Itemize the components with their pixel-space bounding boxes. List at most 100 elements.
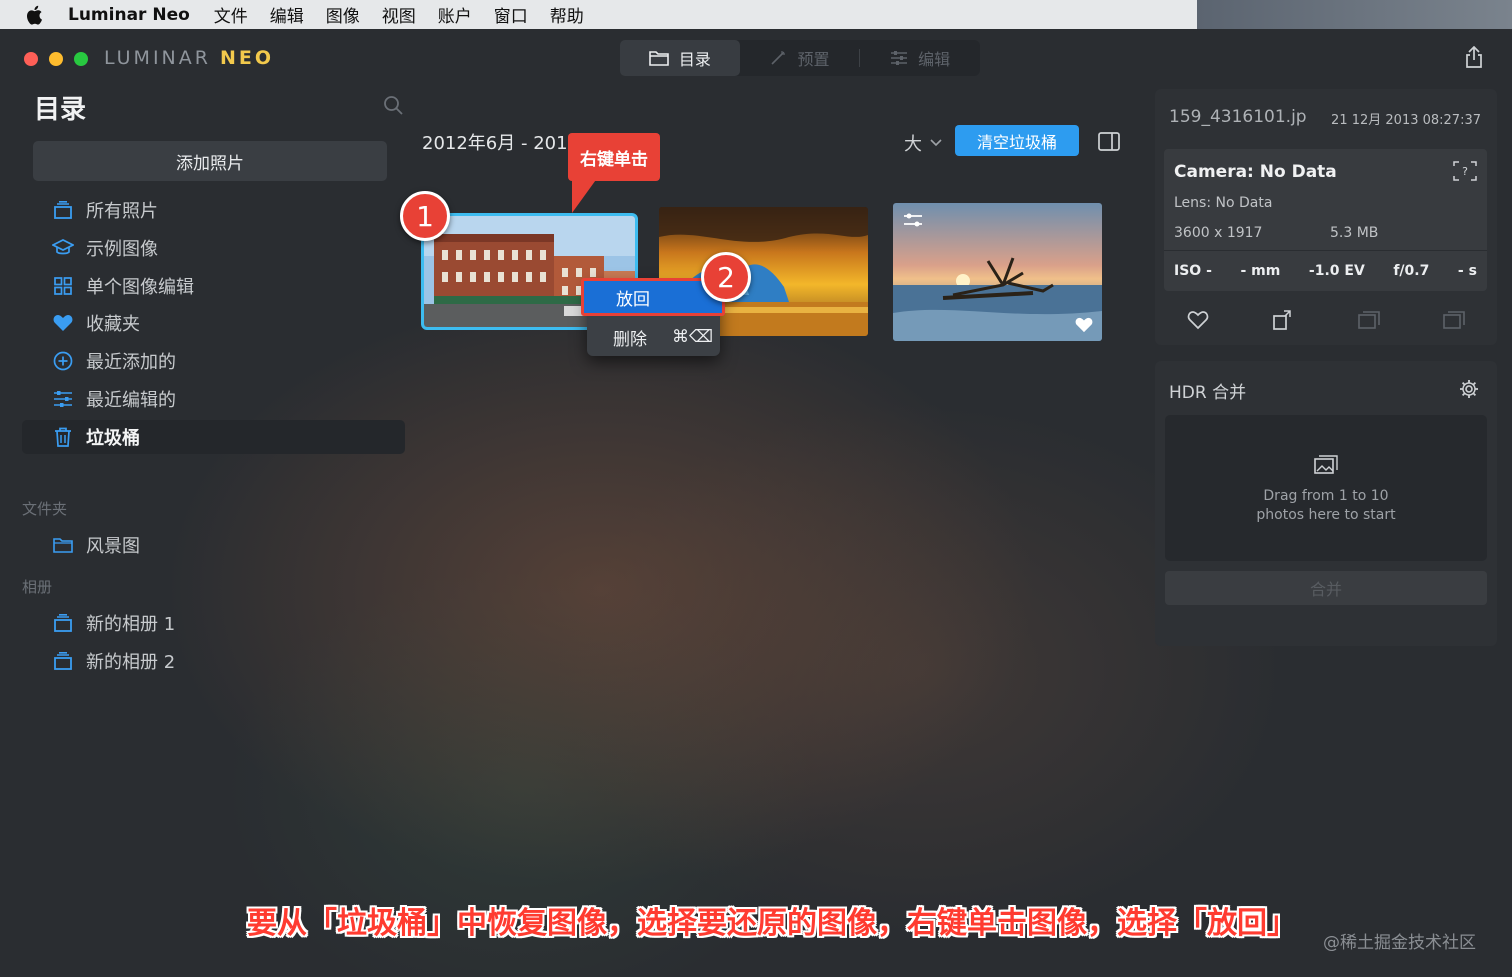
- sidebar-item-label: 收藏夹: [86, 314, 140, 335]
- tab-catalog-label: 目录: [678, 50, 711, 69]
- hdr-drop-zone[interactable]: Drag from 1 to 10 photos here to start: [1165, 415, 1487, 561]
- thumbnail-size-select[interactable]: 大: [904, 130, 942, 156]
- sidebar-item-trash[interactable]: 垃圾桶: [22, 420, 405, 454]
- empty-trash-button[interactable]: 清空垃圾桶: [955, 125, 1079, 156]
- sidebar-folder-landscape[interactable]: 风景图: [22, 528, 405, 562]
- sidebar-item-recently-added[interactable]: 最近添加的: [22, 344, 405, 378]
- step-badge-2: 2: [701, 252, 751, 302]
- toggle-side-panel-icon[interactable]: [1098, 132, 1120, 151]
- tab-presets[interactable]: 预置: [740, 40, 860, 76]
- album-icon: [52, 612, 74, 634]
- albums-section-label: 相册: [22, 578, 53, 596]
- menu-account[interactable]: 账户: [438, 2, 472, 27]
- share-icon[interactable]: [1464, 46, 1484, 68]
- menu-edit[interactable]: 编辑: [270, 2, 304, 27]
- hdr-drop-hint: Drag from 1 to 10 photos here to start: [1165, 487, 1487, 525]
- thumbnail-size-label: 大: [904, 134, 922, 155]
- exif-exposure-value: -1.0 EV: [1308, 263, 1365, 279]
- sidebar-item-label: 风景图: [86, 536, 140, 557]
- exif-aperture: f/0.7: [1393, 263, 1430, 279]
- sidebar-item-label: 新的相册 1: [86, 614, 176, 635]
- sidebar-item-sample-images[interactable]: 示例图像: [22, 231, 405, 265]
- sidebar-item-label: 示例图像: [86, 239, 158, 260]
- menu-app-name[interactable]: Luminar Neo: [68, 5, 190, 25]
- menu-window[interactable]: 窗口: [494, 2, 528, 27]
- menu-image[interactable]: 图像: [326, 2, 360, 27]
- file-name: 159_4316101.jp: [1169, 107, 1307, 127]
- logo-suffix: NEO: [220, 47, 275, 69]
- menu-view[interactable]: 视图: [382, 2, 416, 27]
- zoom-window-button[interactable]: [74, 52, 88, 66]
- close-window-button[interactable]: [24, 52, 38, 66]
- hdr-drop-line2: photos here to start: [1256, 507, 1396, 523]
- metadata-box: Camera: No Data ? Lens: No Data 3600 x 1…: [1164, 149, 1487, 291]
- favorite-button[interactable]: [1185, 308, 1211, 332]
- sidebar-item-single-edits[interactable]: 单个图像编辑: [22, 269, 405, 303]
- mode-switcher: 目录 预置 编辑: [620, 40, 980, 76]
- image-file-size: 5.3 MB: [1330, 225, 1379, 241]
- sliders-icon: [891, 51, 908, 65]
- exif-focal-length: - mm: [1240, 263, 1281, 279]
- svg-text:?: ?: [1462, 165, 1468, 178]
- sidebar-item-label: 最近编辑的: [86, 390, 176, 411]
- heart-outline-icon: [1187, 311, 1209, 330]
- context-menu-delete[interactable]: 删除 ⌘⌫: [597, 323, 717, 351]
- sidebar-title: 目录: [34, 95, 87, 125]
- menu-bar: Luminar Neo 文件 编辑 图像 视图 账户 窗口 帮助: [0, 0, 1197, 29]
- sidebar-item-favorites[interactable]: 收藏夹: [22, 306, 405, 340]
- capture-date: 21 12月 2013 08:27:37: [1331, 113, 1481, 128]
- duplicate-button[interactable]: [1441, 308, 1467, 332]
- trash-icon: [52, 426, 74, 448]
- sidebar-item-all-photos[interactable]: 所有照片: [22, 193, 405, 227]
- exif-shutter: - s: [1457, 263, 1477, 279]
- add-photos-button[interactable]: 添加照片: [33, 141, 387, 181]
- apple-logo-icon[interactable]: [26, 5, 44, 25]
- album-icon: [52, 650, 74, 672]
- adjustments-icon: [904, 213, 922, 227]
- watermark: @稀土掘金技术社区: [1323, 933, 1476, 953]
- wand-icon: [770, 51, 785, 65]
- sidebar-album-2[interactable]: 新的相册 2: [22, 644, 405, 678]
- menu-file[interactable]: 文件: [214, 2, 248, 27]
- plus-circle-icon: [52, 350, 74, 372]
- photo-driftwood-sea: [893, 203, 1102, 341]
- images-icon: [1314, 455, 1338, 474]
- menu-help[interactable]: 帮助: [550, 2, 584, 27]
- chevron-down-icon: [930, 139, 942, 147]
- folder-icon: [52, 534, 74, 556]
- rotate-icon: [1273, 310, 1291, 330]
- sidebar-item-label: 所有照片: [86, 201, 158, 222]
- tab-edit-label: 编辑: [918, 50, 951, 69]
- grid-icon: [52, 275, 74, 297]
- sidebar-item-recently-edited[interactable]: 最近编辑的: [22, 382, 405, 416]
- folder-icon: [649, 51, 669, 66]
- hdr-merge-panel: HDR 合并 Drag from 1 to 10 photos here to …: [1155, 361, 1497, 646]
- context-menu-delete-label: 删除: [613, 329, 647, 350]
- annotation-callout: 右键单击: [568, 133, 660, 181]
- sidebar-item-label: 垃圾桶: [86, 428, 140, 449]
- search-icon[interactable]: [383, 95, 403, 115]
- tab-catalog[interactable]: 目录: [620, 40, 740, 76]
- copy-icon: [1443, 311, 1466, 329]
- unknown-camera-icon: ?: [1453, 161, 1477, 181]
- camera-model: Camera: No Data: [1174, 162, 1337, 182]
- heart-icon: [52, 312, 74, 334]
- title-bar: LUMINAR NEO 目录 预置 编辑: [0, 29, 1512, 87]
- gear-icon[interactable]: [1459, 379, 1479, 399]
- compare-button[interactable]: [1356, 308, 1382, 332]
- exif-iso: ISO -: [1174, 263, 1212, 279]
- hdr-merge-button[interactable]: 合并: [1165, 571, 1487, 605]
- tab-edit[interactable]: 编辑: [860, 40, 980, 76]
- app-window: LUMINAR NEO 目录 预置 编辑 目录 添加照片 所有照片 示例图像 单…: [0, 29, 1512, 977]
- minimize-window-button[interactable]: [49, 52, 63, 66]
- sidebar-album-1[interactable]: 新的相册 1: [22, 606, 405, 640]
- sidebar-item-label: 新的相册 2: [86, 652, 176, 673]
- lens-model: Lens: No Data: [1174, 195, 1273, 211]
- photos-stack-icon: [52, 199, 74, 221]
- rotate-button[interactable]: [1270, 308, 1296, 332]
- thumbnail-driftwood-sea[interactable]: [893, 203, 1102, 341]
- context-menu-delete-shortcut: ⌘⌫: [671, 327, 713, 347]
- favorite-heart-icon[interactable]: [1075, 317, 1093, 333]
- date-range-label: 2012年6月 - 2018: [422, 133, 580, 154]
- logo-prefix: LUMINAR: [104, 47, 220, 69]
